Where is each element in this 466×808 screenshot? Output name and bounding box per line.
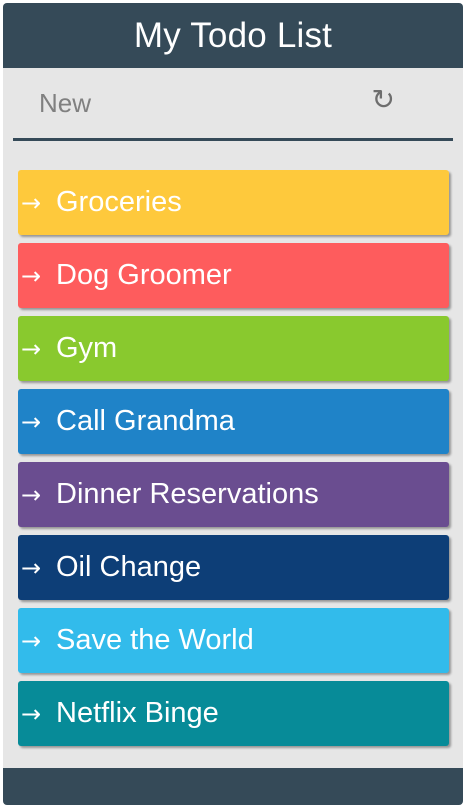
todo-list: → Groceries → Dog Groomer → Gym → Call G… (18, 170, 449, 754)
todo-label: Groceries (56, 186, 182, 218)
arrow-right-icon: → (21, 261, 42, 290)
todo-item-netflix-binge[interactable]: → Netflix Binge (18, 681, 449, 746)
arrow-right-icon: → (21, 699, 42, 728)
todo-label: Dog Groomer (56, 259, 232, 291)
todo-label: Save the World (56, 624, 254, 656)
todo-item-dinner-reservations[interactable]: → Dinner Reservations (18, 462, 449, 527)
todo-item-save-the-world[interactable]: → Save the World (18, 608, 449, 673)
todo-label: Gym (56, 332, 118, 364)
refresh-icon[interactable]: ↻ (372, 86, 395, 114)
todo-label: Dinner Reservations (56, 478, 319, 510)
todo-item-groceries[interactable]: → Groceries (18, 170, 449, 235)
arrow-right-icon: → (21, 480, 42, 509)
new-item-input[interactable] (13, 73, 343, 133)
todo-label: Oil Change (56, 551, 202, 583)
page-title: My Todo List (133, 15, 333, 55)
new-item-row: ↻ (13, 68, 453, 141)
arrow-right-icon: → (21, 334, 42, 363)
arrow-right-icon: → (21, 553, 42, 582)
app-header: My Todo List (3, 3, 463, 68)
todo-item-call-grandma[interactable]: → Call Grandma (18, 389, 449, 454)
todo-item-oil-change[interactable]: → Oil Change (18, 535, 449, 600)
app-footer (3, 768, 463, 805)
todo-app: My Todo List ↻ → Groceries → Dog Groomer… (3, 3, 463, 805)
todo-label: Netflix Binge (56, 697, 219, 729)
todo-item-gym[interactable]: → Gym (18, 316, 449, 381)
arrow-right-icon: → (21, 407, 42, 436)
arrow-right-icon: → (21, 188, 42, 217)
todo-label: Call Grandma (56, 405, 235, 437)
todo-item-dog-groomer[interactable]: → Dog Groomer (18, 243, 449, 308)
arrow-right-icon: → (21, 626, 42, 655)
